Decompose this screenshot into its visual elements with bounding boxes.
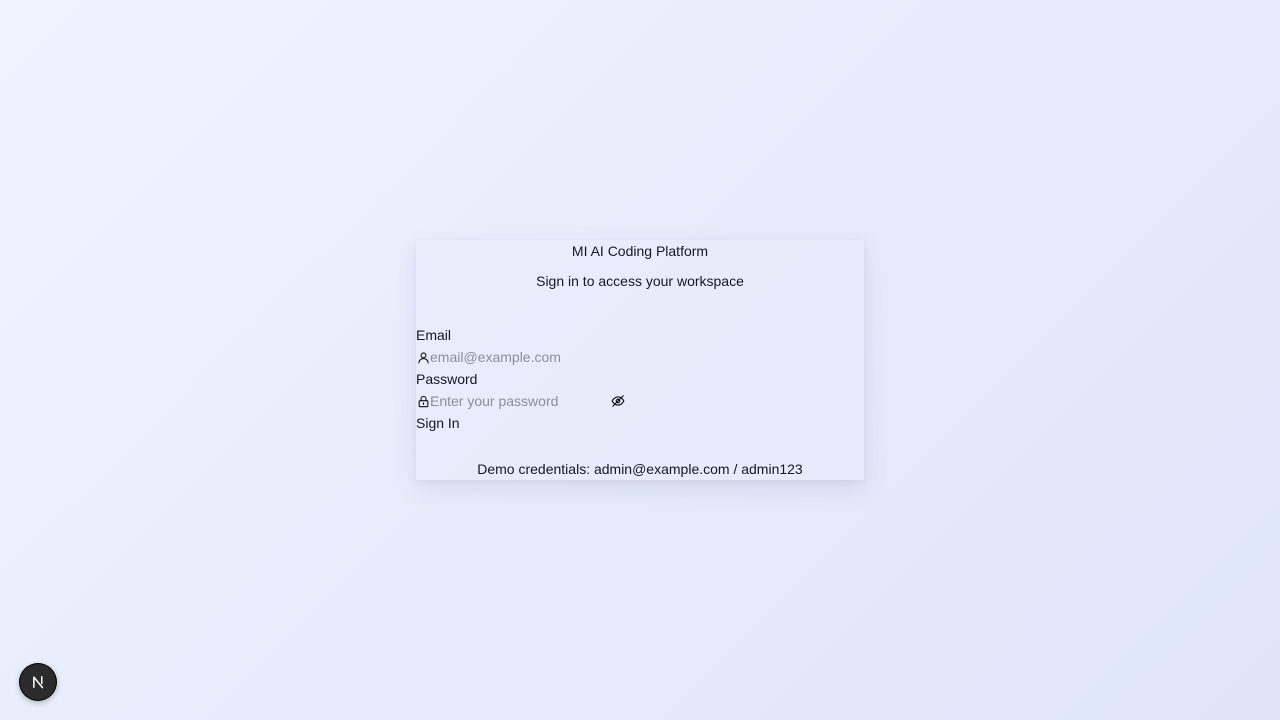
- nextjs-dev-badge[interactable]: [19, 663, 57, 701]
- password-label: Password: [416, 371, 478, 387]
- sign-in-button[interactable]: Sign In: [416, 415, 460, 431]
- email-field: [416, 348, 576, 366]
- page-title: MI AI Coding Platform: [571, 243, 709, 259]
- page-subtitle: Sign in to access your workspace: [536, 273, 744, 289]
- eye-off-icon[interactable]: [610, 392, 626, 410]
- email-input[interactable]: [430, 348, 570, 366]
- email-label: Email: [416, 327, 452, 343]
- login-card: MI AI Coding Platform Sign in to access …: [416, 240, 864, 480]
- demo-credentials-text: Demo credentials: admin@example.com / ad…: [477, 461, 803, 477]
- password-field: [416, 392, 630, 410]
- password-input[interactable]: [430, 392, 570, 410]
- nextjs-logo-icon: [33, 676, 44, 689]
- lock-icon: [416, 394, 430, 408]
- user-icon: [416, 350, 430, 364]
